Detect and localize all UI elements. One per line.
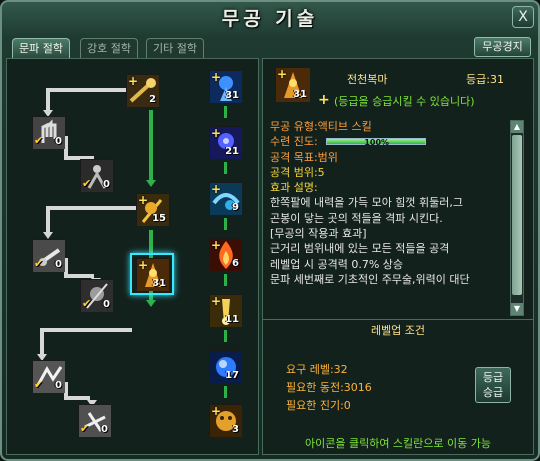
tree-connector	[46, 206, 136, 210]
tree-connector	[149, 110, 153, 180]
desc-line: 곤봉이 닿는 곳의 적들을 격파 시킨다.	[270, 211, 443, 225]
tree-connector	[224, 386, 227, 398]
tree-connector	[224, 274, 227, 286]
tree-connector	[224, 162, 227, 174]
promote-plus-icon[interactable]: +	[318, 92, 330, 108]
skill-icon-L7[interactable]: +31	[136, 258, 169, 291]
tree-connector	[40, 328, 132, 332]
skill-icon-R1[interactable]: +31	[209, 70, 242, 103]
scroll-down-icon[interactable]: ▼	[511, 303, 523, 315]
desc-line: 한쪽팔에 내력을 가득 모아 힘껏 휘둘러,그	[270, 196, 464, 210]
tree-arrow	[146, 300, 156, 307]
skill-description: 무공 유형:액티브 스킬 수련 진도: 100% 공격 목표:범위 공격 범위:…	[270, 119, 506, 315]
tree-connector	[224, 106, 227, 118]
effect-line: 레벨업 시 공격력 0.7% 상승	[270, 257, 404, 271]
skill-name: 전천복마	[347, 73, 388, 86]
tree-connector	[46, 88, 128, 92]
tab-jianghu-skills[interactable]: 강호 절학	[80, 38, 138, 58]
skill-icon-R2[interactable]: +21	[209, 126, 242, 159]
skill-target: 공격 목표:범위	[270, 150, 338, 164]
skill-icon-L9[interactable]: ✔ 0	[78, 404, 111, 437]
effect-line: 문파 세번째로 기초적인 주무술,위력이 대단	[270, 272, 470, 286]
promote-notice: (등급을 승급시킬 수 있습니다)	[334, 95, 475, 108]
levelup-requirements: 요구 레벨:32 필요한 동전:3016 필요한 진기:0	[286, 361, 372, 415]
progress-row: 수련 진도: 100%	[270, 134, 506, 149]
effect-title: 효과 설명:	[270, 181, 318, 195]
skill-icon-L4[interactable]: +15	[136, 193, 169, 226]
tree-connector	[40, 328, 44, 354]
tree-connector	[224, 330, 227, 342]
hint-text: 아이콘을 클릭하여 스킬란으로 이동 가능	[304, 437, 492, 450]
mastery-button[interactable]: 무공경지	[474, 37, 531, 57]
skill-icon-R3[interactable]: +9	[209, 182, 242, 215]
tree-connector	[64, 274, 94, 278]
tab-other-skills[interactable]: 기타 절학	[146, 38, 204, 58]
skill-icon-R5[interactable]: +11	[209, 294, 242, 327]
description-scrollbar[interactable]: ▲ ▼	[510, 120, 524, 316]
skill-grade: 등급:31	[466, 73, 504, 86]
skill-icon-L8[interactable]: ✔ 0	[32, 360, 65, 393]
progress-label: 수련 진도:	[270, 135, 318, 149]
tree-arrow	[43, 232, 53, 239]
window-title: 무공 기술	[221, 8, 319, 30]
req-level: 요구 레벨:32	[286, 363, 348, 376]
divider	[262, 319, 534, 320]
selected-skill-icon[interactable]: +31	[275, 67, 310, 102]
close-button[interactable]: X	[512, 6, 534, 28]
req-money: 필요한 동전:3016	[286, 381, 372, 394]
progress-text: 100%	[364, 138, 390, 148]
progress-bar: 100%	[325, 138, 426, 147]
skill-icon-L6[interactable]: ✔ 0	[80, 279, 113, 312]
skill-type: 무공 유형:액티브 스킬	[270, 120, 372, 133]
skill-icon-R6[interactable]: 17	[209, 350, 242, 383]
skill-range: 공격 범위:5	[270, 165, 325, 179]
effect-header: [무공의 작용과 효과]	[270, 227, 367, 241]
tree-connector	[46, 88, 50, 110]
skill-icon-L1[interactable]: +2	[126, 74, 159, 107]
scroll-thumb[interactable]	[512, 135, 522, 295]
skill-icon-L3[interactable]: ✔ 0	[80, 159, 113, 192]
tree-connector	[224, 218, 227, 230]
skill-icon-L2[interactable]: ✔ 0	[32, 116, 65, 149]
effect-line: 근거리 범위내에 있는 모든 적들을 공격	[270, 242, 450, 256]
scroll-up-icon[interactable]: ▲	[511, 121, 523, 133]
tree-connector	[46, 206, 50, 232]
skill-icon-R4[interactable]: +6	[209, 238, 242, 271]
skill-icon-L5[interactable]: ✔ 0	[32, 239, 65, 272]
skill-icon-R7[interactable]: +3	[209, 404, 242, 437]
promote-button[interactable]: 등급 승급	[475, 367, 511, 403]
req-energy: 필요한 진기:0	[286, 399, 351, 412]
levelup-title: 레벨업 조건	[370, 324, 426, 337]
tab-sect-skills[interactable]: 문파 절학	[12, 38, 70, 58]
tree-arrow	[146, 180, 156, 187]
